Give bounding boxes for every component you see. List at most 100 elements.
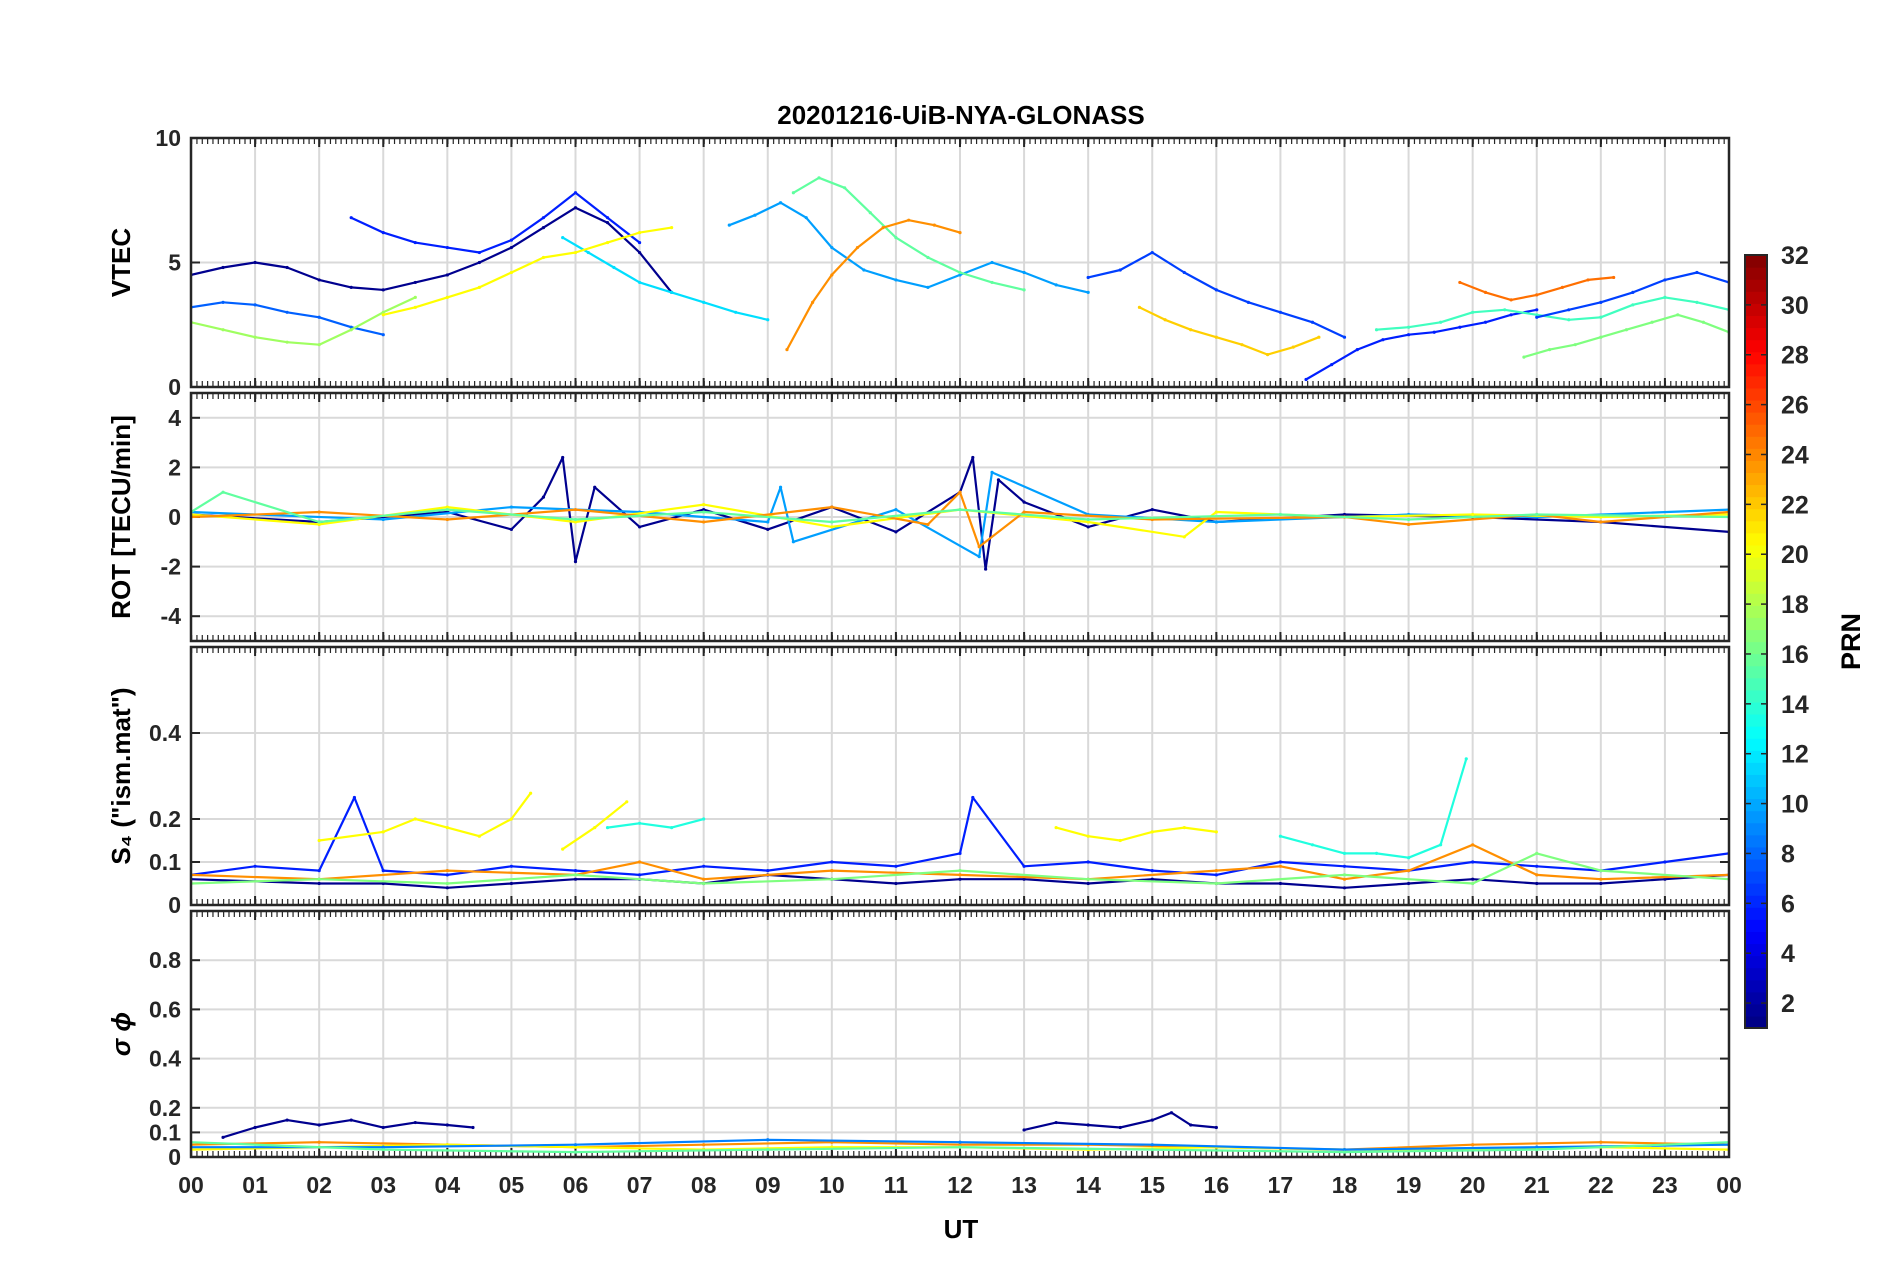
data-point [381, 1125, 385, 1130]
data-point [1022, 864, 1026, 868]
data-point [1586, 278, 1590, 282]
data-point [221, 300, 225, 304]
x-tick-label: 08 [691, 1172, 717, 1198]
colorbar-bin [1745, 883, 1767, 896]
data-point [1150, 869, 1154, 873]
data-point [817, 176, 821, 180]
data-point [1560, 285, 1564, 289]
data-point [637, 250, 642, 255]
data-point [1150, 1118, 1154, 1122]
data-point [1342, 886, 1347, 890]
panel-rot: -4 -2 0 2 4 ROT [TECU/min] [106, 391, 1731, 643]
data-point [445, 826, 449, 830]
x-tick-label: 04 [435, 1172, 461, 1198]
data-point [894, 236, 898, 240]
data-point [1471, 860, 1475, 864]
data-point [1471, 877, 1475, 881]
data-point [1118, 838, 1122, 843]
data-point [977, 555, 981, 559]
data-point [1406, 856, 1411, 860]
data-point [1374, 328, 1379, 332]
data-point [317, 510, 321, 514]
colorbar-tick-label: 30 [1781, 292, 1809, 320]
data-point [1522, 355, 1526, 359]
y-tick-label: 0.1 [149, 1119, 181, 1145]
data-point [932, 223, 936, 227]
x-tick-label: 12 [947, 1172, 973, 1198]
data-point [593, 485, 597, 489]
data-point [1022, 1128, 1026, 1132]
data-point [1406, 869, 1411, 873]
data-point [702, 510, 706, 514]
data-point [317, 881, 321, 886]
data-point [958, 873, 962, 877]
colorbar-bin [1745, 327, 1767, 341]
data-point [445, 273, 449, 277]
colorbar-tick-label: 18 [1781, 591, 1809, 619]
data-point [990, 280, 994, 285]
data-point [221, 1135, 225, 1139]
data-point [1169, 1111, 1174, 1115]
data-point [1483, 290, 1488, 294]
data-point [1182, 535, 1186, 539]
data-point [541, 495, 546, 499]
panel-sigma_phi: 00.10.2 0.4 0.6 0.8 σ ϕ [106, 909, 1731, 1170]
data-point [1214, 869, 1218, 873]
data-point [1310, 320, 1315, 324]
data-point [1214, 873, 1218, 877]
x-tick-label: 15 [1139, 1172, 1165, 1198]
data-point [1278, 881, 1283, 886]
colorbar-label: PRN [1836, 613, 1866, 670]
data-point [317, 278, 321, 282]
data-point [413, 817, 417, 821]
data-point [1342, 335, 1347, 339]
data-point [881, 226, 885, 230]
colorbar-bin [1745, 508, 1767, 522]
colorbar-bin [1745, 967, 1767, 981]
colorbar-bin [1745, 858, 1767, 872]
y-axis-label: ROT [TECU/min] [106, 415, 136, 619]
colorbar-bin [1745, 653, 1767, 667]
y-axis-label: S₄ ("ism.mat") [106, 687, 136, 864]
data-point [996, 478, 1001, 482]
data-point [1535, 315, 1539, 319]
colorbar-bin [1745, 834, 1767, 848]
data-point [1150, 507, 1154, 512]
colorbar-bin [1745, 484, 1767, 498]
data-point [958, 1140, 962, 1144]
data-point [1695, 300, 1699, 304]
x-tick-label: 01 [242, 1172, 268, 1198]
data-point [1086, 834, 1090, 838]
colorbar-bin [1745, 412, 1767, 425]
data-point [1381, 338, 1385, 342]
y-axis-label: σ ϕ [106, 1012, 136, 1056]
data-point [605, 240, 610, 245]
data-point [830, 869, 834, 873]
colorbar-bin [1745, 532, 1767, 546]
data-point [573, 877, 578, 881]
data-point [1701, 320, 1705, 324]
colorbar-bin [1745, 279, 1767, 292]
data-point [791, 191, 795, 195]
data-point [349, 216, 353, 220]
panel-vtec: 0 5 10 VTEC [106, 125, 1731, 400]
data-point [894, 278, 898, 282]
data-point [1342, 864, 1347, 868]
data-point [958, 507, 962, 512]
data-point [1573, 343, 1577, 347]
data-point [561, 847, 565, 851]
colorbar-bin [1745, 907, 1767, 920]
data-point [1663, 860, 1667, 864]
data-point [1086, 290, 1090, 294]
data-point [1406, 522, 1411, 527]
data-point [1535, 512, 1539, 517]
colorbar-bin [1745, 255, 1767, 268]
data-point [637, 873, 642, 877]
data-point [509, 505, 514, 509]
data-point [381, 869, 385, 873]
y-tick-label: 2 [168, 454, 181, 480]
y-tick-label: 0.8 [149, 947, 181, 973]
data-point [381, 313, 385, 317]
data-point [413, 1120, 417, 1125]
colorbar-bin [1745, 351, 1767, 365]
